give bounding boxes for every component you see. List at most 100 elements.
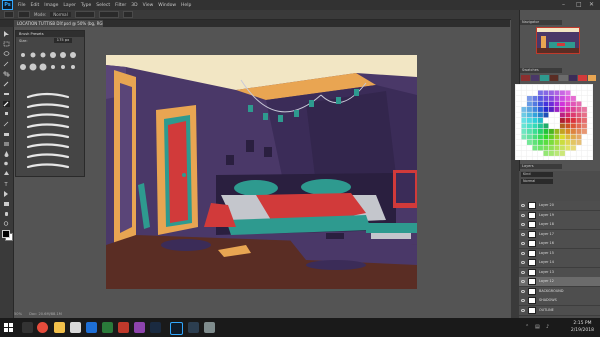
menu-help[interactable]: Help bbox=[181, 3, 191, 8]
color-cell[interactable] bbox=[521, 151, 527, 156]
color-cell[interactable] bbox=[582, 123, 587, 129]
swatch-color[interactable] bbox=[540, 75, 550, 81]
color-cell[interactable] bbox=[554, 118, 560, 123]
color-cell[interactable] bbox=[576, 156, 582, 162]
color-cell[interactable] bbox=[521, 112, 527, 118]
color-cell[interactable] bbox=[521, 96, 527, 101]
brush-presets-panel[interactable]: Brush Presets Size: 175 px bbox=[15, 30, 85, 177]
swatches-tab[interactable]: Swatches bbox=[520, 68, 562, 73]
swatch-color[interactable] bbox=[568, 75, 578, 81]
color-cell[interactable] bbox=[576, 118, 582, 123]
color-cell[interactable] bbox=[571, 129, 576, 134]
color-cell[interactable] bbox=[543, 134, 549, 140]
pen-tool-icon[interactable] bbox=[3, 171, 10, 177]
color-cell[interactable] bbox=[516, 151, 521, 156]
menu-edit[interactable]: Edit bbox=[31, 3, 40, 8]
color-cell[interactable] bbox=[571, 134, 576, 140]
layers-tab[interactable]: Layers bbox=[520, 164, 562, 169]
color-cell[interactable] bbox=[565, 107, 571, 112]
color-cell[interactable] bbox=[549, 112, 554, 118]
network-icon[interactable]: ▤ bbox=[535, 324, 540, 330]
color-cell[interactable] bbox=[538, 96, 543, 101]
color-cell[interactable] bbox=[571, 101, 576, 107]
color-cell[interactable] bbox=[521, 85, 527, 90]
color-cell[interactable] bbox=[560, 101, 565, 107]
color-cell[interactable] bbox=[554, 151, 560, 156]
color-cell[interactable] bbox=[576, 112, 582, 118]
store-icon[interactable] bbox=[70, 322, 81, 333]
color-cell[interactable] bbox=[565, 156, 571, 162]
tray-chevron-icon[interactable]: ⌃ bbox=[525, 324, 529, 330]
color-cell[interactable] bbox=[560, 96, 565, 101]
brush-tip-grid[interactable] bbox=[16, 45, 84, 185]
layer-row[interactable]: Layer 18 bbox=[519, 220, 600, 230]
color-cell[interactable] bbox=[543, 156, 549, 162]
color-cell[interactable] bbox=[554, 101, 560, 107]
color-cell[interactable] bbox=[560, 134, 565, 140]
color-cell[interactable] bbox=[587, 134, 593, 140]
color-cell[interactable] bbox=[527, 156, 532, 162]
color-cell[interactable] bbox=[527, 118, 532, 123]
document-tab[interactable]: LOCATION TUTTISB DIY.psd @ 50% (bg, RGB/… bbox=[14, 20, 103, 27]
layer-row[interactable]: OUTLINE bbox=[519, 305, 600, 316]
color-cell[interactable] bbox=[576, 101, 582, 107]
color-cell[interactable] bbox=[549, 140, 554, 145]
crop-tool-icon[interactable] bbox=[3, 71, 10, 77]
color-cell[interactable] bbox=[560, 107, 565, 112]
layer-row[interactable]: Layer 15 bbox=[519, 248, 600, 259]
color-cell[interactable] bbox=[521, 129, 527, 134]
eye-icon[interactable] bbox=[521, 232, 525, 236]
swatch-color[interactable] bbox=[521, 75, 531, 81]
color-cell[interactable] bbox=[527, 140, 532, 145]
color-cell[interactable] bbox=[538, 85, 543, 90]
color-cell[interactable] bbox=[571, 118, 576, 123]
color-cell[interactable] bbox=[527, 145, 532, 151]
gradient-tool-icon[interactable] bbox=[3, 141, 10, 147]
color-cell[interactable] bbox=[538, 107, 543, 112]
color-cell[interactable] bbox=[587, 145, 593, 151]
color-cell[interactable] bbox=[571, 156, 576, 162]
color-cell[interactable] bbox=[554, 129, 560, 134]
history-brush-tool-icon[interactable] bbox=[3, 121, 10, 127]
marquee-tool-icon[interactable] bbox=[3, 41, 10, 47]
color-cell[interactable] bbox=[554, 96, 560, 101]
menu-image[interactable]: Image bbox=[44, 3, 58, 8]
color-cell[interactable] bbox=[521, 101, 527, 107]
color-cell[interactable] bbox=[532, 134, 538, 140]
windows-start-icon[interactable] bbox=[4, 323, 13, 332]
color-cell[interactable] bbox=[560, 118, 565, 123]
color-cell[interactable] bbox=[527, 112, 532, 118]
layer-row[interactable]: Layer 14 bbox=[519, 258, 600, 268]
color-cell[interactable] bbox=[582, 112, 587, 118]
color-cell[interactable] bbox=[587, 118, 593, 123]
color-cell[interactable] bbox=[543, 129, 549, 134]
color-cell[interactable] bbox=[538, 90, 543, 96]
color-cell[interactable] bbox=[532, 129, 538, 134]
color-cell[interactable] bbox=[516, 112, 521, 118]
menu-view[interactable]: View bbox=[143, 3, 154, 8]
airbrush-toggle[interactable] bbox=[122, 11, 133, 18]
rectangle-tool-icon[interactable] bbox=[3, 201, 10, 207]
eye-icon[interactable] bbox=[521, 213, 525, 217]
eye-icon[interactable] bbox=[521, 242, 525, 245]
color-cell[interactable] bbox=[543, 140, 549, 145]
blur-tool-icon[interactable] bbox=[3, 151, 10, 157]
swatch-color[interactable] bbox=[578, 75, 588, 81]
color-cell[interactable] bbox=[565, 145, 571, 151]
flow-field[interactable] bbox=[98, 11, 119, 18]
color-cell[interactable] bbox=[532, 151, 538, 156]
edge-icon[interactable] bbox=[86, 322, 97, 333]
color-cell[interactable] bbox=[538, 140, 543, 145]
color-cell[interactable] bbox=[571, 107, 576, 112]
app-icon[interactable] bbox=[102, 322, 113, 333]
layer-row[interactable]: BACKGROUND bbox=[519, 286, 600, 297]
dodge-tool-icon[interactable] bbox=[3, 161, 10, 167]
color-cell[interactable] bbox=[565, 151, 571, 156]
layer-row[interactable]: SHADOWS bbox=[519, 296, 600, 306]
color-cell[interactable] bbox=[565, 112, 571, 118]
minimize-button[interactable]: – bbox=[562, 1, 565, 8]
color-cell[interactable] bbox=[571, 112, 576, 118]
color-cell[interactable] bbox=[521, 123, 527, 129]
mode-select[interactable]: Normal bbox=[50, 12, 71, 17]
eye-icon[interactable] bbox=[521, 251, 525, 255]
